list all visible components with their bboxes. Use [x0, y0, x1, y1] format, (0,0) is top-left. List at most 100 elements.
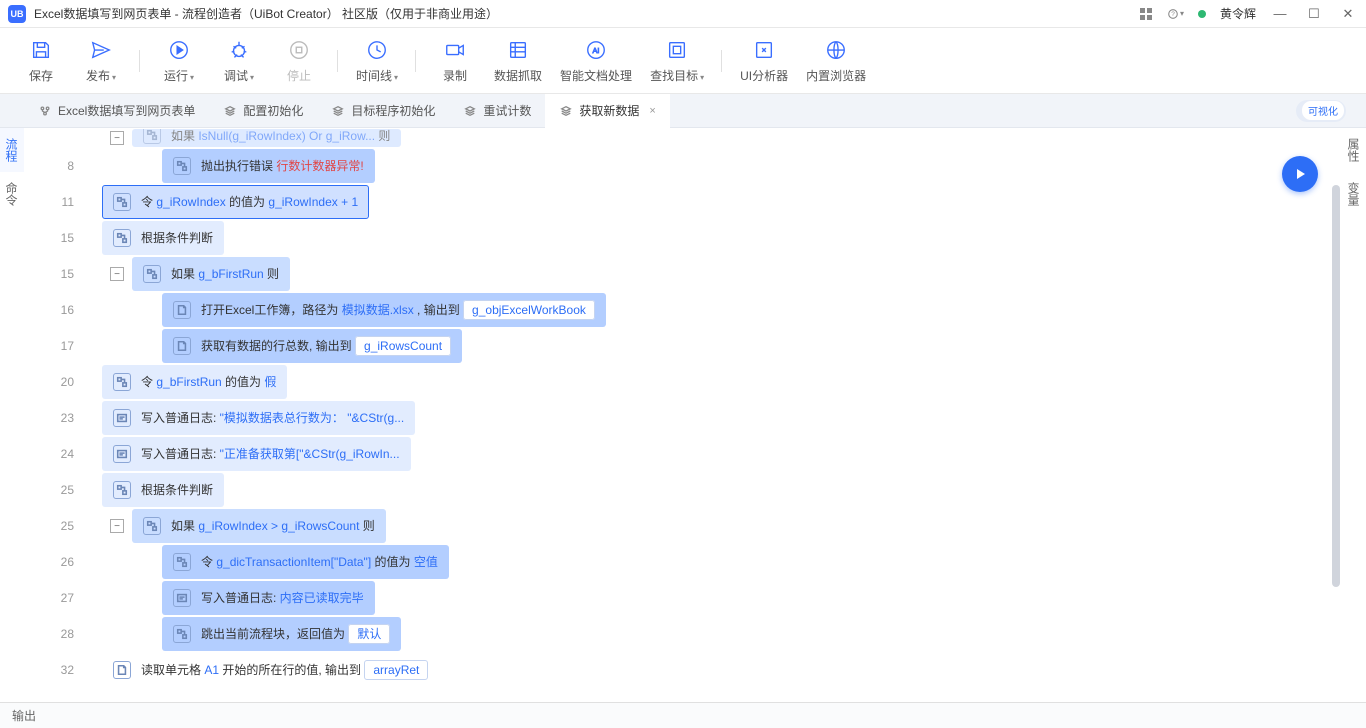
line-number: 15 [24, 220, 84, 256]
code-block[interactable]: 令 g_iRowIndex 的值为 g_iRowIndex + 1 [102, 185, 369, 219]
code-row[interactable]: 32读取单元格 A1 开始的所在行的值, 输出到 arrayRet [102, 652, 1334, 688]
output-label[interactable]: 输出 [12, 707, 36, 724]
tab-label: 获取新数据 [579, 102, 639, 119]
tab-3[interactable]: 重试计数 [449, 94, 545, 128]
code-block[interactable]: 如果 g_bFirstRun 则 [132, 257, 290, 291]
code-row[interactable]: 27写入普通日志: 内容已读取完毕 [102, 580, 1334, 616]
code-row[interactable]: 11令 g_iRowIndex 的值为 g_iRowIndex + 1 [102, 184, 1334, 220]
close-button[interactable]: ✕ [1338, 6, 1358, 22]
stack-icon [463, 104, 477, 118]
fold-toggle-icon[interactable]: − [110, 131, 124, 145]
tab-label: 配置初始化 [243, 102, 303, 119]
code-row[interactable]: 17获取有数据的行总数, 输出到 g_iRowsCount [102, 328, 1334, 364]
code-row[interactable]: 8抛出执行错误 行数计数器异常! [102, 148, 1334, 184]
data-scrape-button[interactable]: 数据抓取 [494, 38, 542, 84]
code-block[interactable]: 跳出当前流程块，返回值为 默认 [162, 617, 401, 651]
flow-icon [113, 481, 131, 499]
run-fab-button[interactable] [1282, 156, 1318, 192]
code-editor[interactable]: −如果 IsNull(g_iRowIndex) Or g_iRow... 则8抛… [24, 128, 1342, 702]
ui-analyzer-button[interactable]: UI分析器 [740, 38, 788, 84]
username-label[interactable]: 黄令辉 [1220, 5, 1256, 22]
log-icon [113, 445, 131, 463]
code-block[interactable]: 写入普通日志: 内容已读取完毕 [162, 581, 375, 615]
side-tab-prop[interactable]: 属性 [1342, 128, 1366, 172]
code-block[interactable]: 根据条件判断 [102, 221, 224, 255]
code-block[interactable]: 令 g_bFirstRun 的值为 假 [102, 365, 287, 399]
line-number: 20 [24, 364, 84, 400]
title-bar: UB Excel数据填写到网页表单 - 流程创造者（UiBot Creator）… [0, 0, 1366, 28]
code-row[interactable]: 25根据条件判断 [102, 472, 1334, 508]
tab-2[interactable]: 目标程序初始化 [317, 94, 449, 128]
line-number: 25 [24, 508, 84, 544]
code-block[interactable]: 根据条件判断 [102, 473, 224, 507]
line-number: 32 [24, 652, 84, 688]
line-number: 8 [24, 148, 84, 184]
code-row[interactable]: 20令 g_bFirstRun 的值为 假 [102, 364, 1334, 400]
block-text: 令 g_bFirstRun 的值为 假 [141, 373, 276, 390]
line-number: 16 [24, 292, 84, 328]
timeline-button[interactable]: 时间线▾ [356, 38, 398, 84]
window-title: Excel数据填写到网页表单 - 流程创造者（UiBot Creator） 社区… [34, 5, 1138, 22]
builtin-browser-button[interactable]: 内置浏览器 [806, 38, 866, 84]
line-number: 26 [24, 544, 84, 580]
maximize-button[interactable]: ☐ [1304, 6, 1324, 22]
line-number: 23 [24, 400, 84, 436]
app-logo-icon: UB [8, 5, 26, 23]
help-icon[interactable]: ?▾ [1168, 6, 1184, 22]
run-button[interactable]: 运行▾ [158, 38, 200, 84]
side-tab-cmd[interactable]: 命令 [0, 172, 24, 216]
code-block[interactable]: 写入普通日志: "模拟数据表总行数为： "&CStr(g... [102, 401, 415, 435]
code-row[interactable]: 24写入普通日志: "正准备获取第["&CStr(g_iRowIn... [102, 436, 1334, 472]
app-grid-icon[interactable] [1138, 6, 1154, 22]
debug-button[interactable]: 调试▾ [218, 38, 260, 84]
tab-close-icon[interactable]: × [649, 105, 655, 117]
visual-toggle[interactable]: 可视化 [1296, 100, 1346, 122]
code-row[interactable]: 16打开Excel工作簿，路径为 模拟数据.xlsx , 输出到 g_objEx… [102, 292, 1334, 328]
code-block[interactable]: 令 g_dicTransactionItem["Data"] 的值为 空值 [162, 545, 449, 579]
fold-toggle-icon[interactable]: − [110, 519, 124, 533]
smart-doc-button[interactable]: AI智能文档处理 [560, 38, 632, 84]
side-tab-var[interactable]: 变量 [1342, 172, 1366, 216]
fold-toggle-icon[interactable]: − [110, 267, 124, 281]
save-button[interactable]: 保存 [20, 38, 62, 84]
doc-icon [173, 337, 191, 355]
publish-button[interactable]: 发布▾ [80, 38, 122, 84]
record-button[interactable]: 录制 [434, 38, 476, 84]
svg-text:?: ? [1171, 11, 1175, 18]
flow-icon [173, 553, 191, 571]
doc-icon [173, 301, 191, 319]
code-block[interactable]: 写入普通日志: "正准备获取第["&CStr(g_iRowIn... [102, 437, 411, 471]
code-block[interactable]: 如果 g_iRowIndex > g_iRowsCount 则 [132, 509, 386, 543]
stop-button: 停止 [278, 38, 320, 84]
tab-1[interactable]: 配置初始化 [209, 94, 317, 128]
code-block[interactable]: 如果 IsNull(g_iRowIndex) Or g_iRow... 则 [132, 129, 401, 147]
block-text: 根据条件判断 [141, 229, 213, 246]
code-row[interactable]: 23写入普通日志: "模拟数据表总行数为： "&CStr(g... [102, 400, 1334, 436]
tab-4[interactable]: 获取新数据 × [545, 94, 669, 128]
tab-0[interactable]: Excel数据填写到网页表单 [24, 94, 209, 128]
code-row[interactable]: −如果 IsNull(g_iRowIndex) Or g_iRow... 则 [102, 128, 1334, 148]
vertical-scrollbar[interactable] [1332, 128, 1340, 702]
minimize-button[interactable]: — [1270, 6, 1290, 21]
stack-icon [331, 104, 345, 118]
code-row[interactable]: 25−如果 g_iRowIndex > g_iRowsCount 则 [102, 508, 1334, 544]
editor-tabs: Excel数据填写到网页表单 配置初始化目标程序初始化重试计数 获取新数据 × 可视化 [0, 94, 1366, 128]
flow-icon [173, 625, 191, 643]
code-row[interactable]: 15−如果 g_bFirstRun 则 [102, 256, 1334, 292]
line-number: 27 [24, 580, 84, 616]
code-row[interactable]: 26令 g_dicTransactionItem["Data"] 的值为 空值 [102, 544, 1334, 580]
side-tab-flow[interactable]: 流程 [0, 128, 24, 172]
code-block[interactable]: 打开Excel工作簿，路径为 模拟数据.xlsx , 输出到 g_objExce… [162, 293, 606, 327]
code-row[interactable]: 28跳出当前流程块，返回值为 默认 [102, 616, 1334, 652]
code-block[interactable]: 读取单元格 A1 开始的所在行的值, 输出到 arrayRet [102, 653, 439, 687]
find-target-button[interactable]: 查找目标▾ [650, 38, 704, 84]
code-block[interactable]: 抛出执行错误 行数计数器异常! [162, 149, 375, 183]
code-block[interactable]: 获取有数据的行总数, 输出到 g_iRowsCount [162, 329, 462, 363]
line-number: 17 [24, 328, 84, 364]
block-text: 打开Excel工作簿，路径为 模拟数据.xlsx , 输出到 g_objExce… [201, 301, 595, 318]
doc-icon [113, 661, 131, 679]
code-row[interactable]: 15根据条件判断 [102, 220, 1334, 256]
block-text: 如果 g_iRowIndex > g_iRowsCount 则 [171, 517, 375, 534]
flow-icon [113, 373, 131, 391]
flow-icon [113, 193, 131, 211]
